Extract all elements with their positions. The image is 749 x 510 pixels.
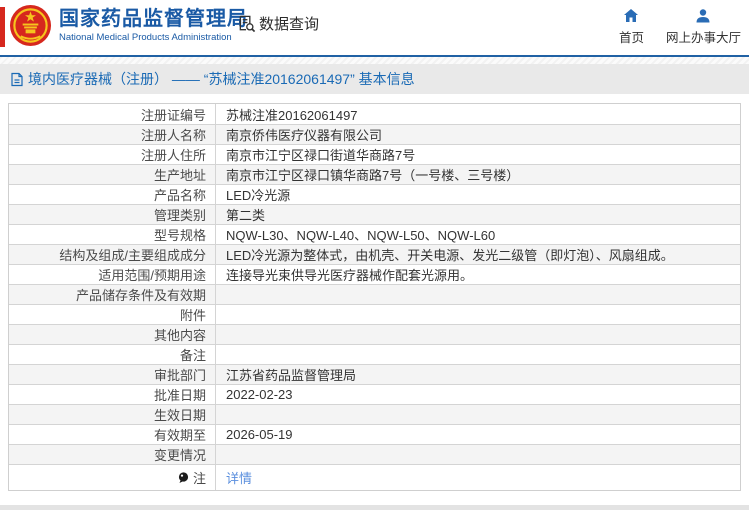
row-label: 批准日期 xyxy=(9,385,216,404)
nav-home[interactable]: 首页 xyxy=(619,8,644,46)
detail-link[interactable]: 详情 xyxy=(226,471,252,486)
nav-home-label: 首页 xyxy=(618,31,644,45)
row-label-text: 产品储存条件及有效期 xyxy=(75,288,206,303)
row-label: 生产地址 xyxy=(9,165,216,184)
row-label-text: 适用范围/预期用途 xyxy=(98,268,206,283)
table-row: 其他内容 xyxy=(9,324,740,344)
row-label-text: 备注 xyxy=(179,348,206,363)
row-value: 连接导光束供导光医疗器械作配套光源用。 xyxy=(226,268,474,283)
breadcrumb-text: 境内医疗器械（注册） —— “苏械注准20162061497” 基本信息 xyxy=(28,71,415,87)
row-label-text: 注 xyxy=(192,471,206,486)
row-value: 苏械注准20162061497 xyxy=(226,107,358,123)
row-label: 注 xyxy=(9,465,216,490)
page: 国家药品监督管理局 National Medical Products Admi… xyxy=(0,0,749,510)
row-label-text: 生效日期 xyxy=(153,408,206,423)
row-value: 第二类 xyxy=(226,208,266,223)
row-label-text: 产品名称 xyxy=(153,188,206,203)
row-label: 注册人名称 xyxy=(9,125,216,144)
row-label: 产品储存条件及有效期 xyxy=(9,285,216,304)
row-value: NQW-L30、NQW-L40、NQW-L50、NQW-L60 xyxy=(226,228,496,243)
logo-title: 国家药品监督管理局 xyxy=(59,7,248,30)
row-label: 适用范围/预期用途 xyxy=(9,265,216,284)
row-label-text: 生产地址 xyxy=(153,168,206,183)
row-value: 南京侨伟医疗仪器有限公司 xyxy=(226,128,383,143)
row-value: 2022-02-23 xyxy=(226,387,293,402)
site-header: 国家药品监督管理局 National Medical Products Admi… xyxy=(0,0,749,55)
table-row: 型号规格 NQW-L30、NQW-L40、NQW-L50、NQW-L60 xyxy=(9,224,740,244)
row-label: 其他内容 xyxy=(9,325,216,344)
row-label-text: 结构及组成/主要组成成分 xyxy=(59,248,206,263)
row-label: 生效日期 xyxy=(9,405,216,424)
table-row: 有效期至 2026-05-19 xyxy=(9,424,740,444)
table-row: 批准日期 2022-02-23 xyxy=(9,384,740,404)
row-label-text: 审批部门 xyxy=(153,368,206,383)
row-label-text: 变更情况 xyxy=(153,448,206,463)
row-label: 有效期至 xyxy=(9,425,216,444)
row-value: 2026-05-19 xyxy=(226,427,293,442)
row-label-text: 注册人名称 xyxy=(140,128,206,143)
row-label: 审批部门 xyxy=(9,365,216,384)
table-row: 备注 xyxy=(9,344,740,364)
data-query-button[interactable]: 数据查询 xyxy=(237,13,319,34)
row-label-text: 管理类别 xyxy=(153,208,206,223)
row-label-text: 其他内容 xyxy=(153,328,206,343)
home-icon xyxy=(623,8,639,24)
table-row: 产品储存条件及有效期 xyxy=(9,284,740,304)
hatch-strip xyxy=(0,57,749,64)
table-row: 适用范围/预期用途 连接导光束供导光医疗器械作配套光源用。 xyxy=(9,264,740,284)
table-row: 注册证编号 苏械注准20162061497 xyxy=(9,104,740,124)
row-label-text: 注册证编号 xyxy=(140,107,206,123)
table-row: 审批部门 江苏省药品监督管理局 xyxy=(9,364,740,384)
row-label-text: 型号规格 xyxy=(153,228,206,243)
nmpa-logo[interactable]: 国家药品监督管理局 National Medical Products Admi… xyxy=(0,3,248,47)
table-row: 生效日期 xyxy=(9,404,740,424)
national-emblem-icon xyxy=(9,4,52,47)
note-balloon-icon xyxy=(178,471,189,484)
row-label: 备注 xyxy=(9,345,216,364)
row-value: LED冷光源为整体式，由机壳、开关电源、发光二级管（即灯泡）、风扇组成。 xyxy=(226,248,674,263)
nav-online-hall[interactable]: 网上办事大厅 xyxy=(666,8,741,46)
row-label-text: 批准日期 xyxy=(153,388,206,403)
table-row: 管理类别 第二类 xyxy=(9,204,740,224)
row-label: 型号规格 xyxy=(9,225,216,244)
row-label-text: 注册人住所 xyxy=(140,148,206,163)
row-value: 南京市江宁区禄口街道华商路7号 xyxy=(226,148,416,163)
document-search-icon xyxy=(237,14,256,33)
table-row: 产品名称 LED冷光源 xyxy=(9,184,740,204)
row-value: 江苏省药品监督管理局 xyxy=(226,368,357,383)
row-value: LED冷光源 xyxy=(226,188,291,203)
row-label: 产品名称 xyxy=(9,185,216,204)
registration-info-table: 注册证编号 苏械注准20162061497 注册人名称 南京侨伟医疗仪器有限公司 注册人… xyxy=(8,103,741,491)
document-icon xyxy=(10,72,24,87)
emblem-ribbon xyxy=(0,7,5,47)
table-row: 附件 xyxy=(9,304,740,324)
breadcrumb: 境内医疗器械（注册） —— “苏械注准20162061497” 基本信息 xyxy=(0,64,749,94)
table-row: 生产地址 南京市江宁区禄口镇华商路7号（一号楼、三号楼） xyxy=(9,164,740,184)
table-row: 注 详情 xyxy=(9,464,740,490)
person-icon xyxy=(695,8,711,24)
logo-subtitle: National Medical Products Administration xyxy=(59,31,232,43)
row-label: 结构及组成/主要组成成分 xyxy=(9,245,216,264)
table-row: 变更情况 xyxy=(9,444,740,464)
table-row: 注册人名称 南京侨伟医疗仪器有限公司 xyxy=(9,124,740,144)
row-value: 详情 xyxy=(216,468,740,487)
footer-strip xyxy=(0,505,749,510)
top-nav: 首页 网上办事大厅 xyxy=(619,8,741,46)
row-label: 注册证编号 xyxy=(9,104,216,124)
row-label: 注册人住所 xyxy=(9,145,216,164)
row-label: 管理类别 xyxy=(9,205,216,224)
table-row: 注册人住所 南京市江宁区禄口街道华商路7号 xyxy=(9,144,740,164)
row-label-text: 附件 xyxy=(179,308,206,323)
nav-hall-label: 网上办事大厅 xyxy=(665,31,741,45)
logo-text: 国家药品监督管理局 National Medical Products Admi… xyxy=(59,7,248,44)
row-label: 附件 xyxy=(9,305,216,324)
table-row: 结构及组成/主要组成成分 LED冷光源为整体式，由机壳、开关电源、发光二级管（即灯… xyxy=(9,244,740,264)
row-label: 变更情况 xyxy=(9,445,216,464)
row-label-text: 有效期至 xyxy=(153,428,206,443)
row-value: 南京市江宁区禄口镇华商路7号（一号楼、三号楼） xyxy=(226,168,520,183)
data-query-label: 数据查询 xyxy=(259,16,320,33)
